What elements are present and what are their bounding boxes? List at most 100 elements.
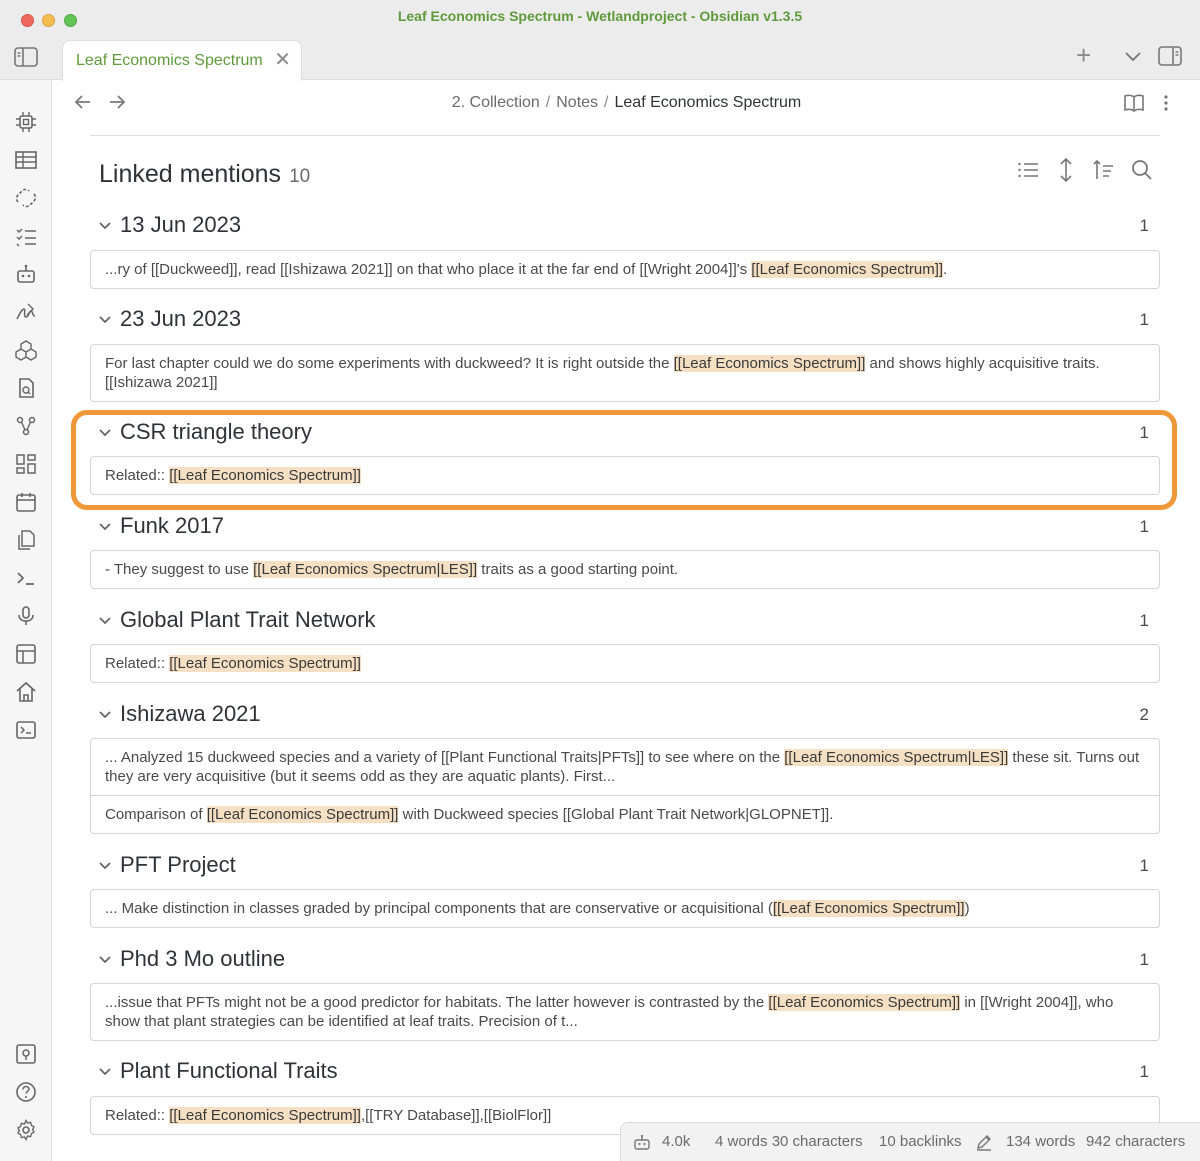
expand-vertical-icon[interactable] (1054, 158, 1078, 182)
file-search-icon[interactable] (15, 377, 37, 399)
mention-group-title[interactable]: Funk 2017 (120, 513, 224, 539)
mention-snippet[interactable]: For last chapter could we do some experi… (90, 344, 1160, 402)
console-icon[interactable] (15, 719, 37, 741)
mention-group-title[interactable]: Phd 3 Mo outline (120, 946, 285, 972)
snippet-line[interactable]: ...issue that PFTs might not be a good p… (91, 984, 1159, 1040)
breadcrumb-notes[interactable]: Notes (556, 94, 598, 111)
robot-icon[interactable] (633, 1133, 651, 1151)
sidebar-left-icon[interactable] (14, 47, 38, 67)
mention-group-title[interactable]: Ishizawa 2021 (120, 701, 261, 727)
mention-group-header[interactable]: 23 Jun 2023 1 (96, 306, 1160, 336)
chevron-down-icon[interactable] (98, 1067, 112, 1077)
mention-snippet[interactable]: ...ry of [[Duckweed]], read [[Ishizawa 2… (90, 250, 1160, 289)
mention-snippet[interactable]: Related:: [[Leaf Economics Spectrum]] (90, 644, 1160, 683)
robot-icon[interactable] (15, 263, 37, 285)
mention-group-title[interactable]: 13 Jun 2023 (120, 212, 241, 238)
more-options-icon[interactable] (1159, 92, 1173, 114)
chevron-down-icon[interactable] (98, 315, 112, 325)
backlink-highlight[interactable]: [[Leaf Economics Spectrum|LES]] (253, 561, 478, 578)
mention-group-count: 1 (1139, 856, 1149, 875)
chip-icon[interactable] (15, 111, 37, 133)
pencil-icon[interactable] (975, 1133, 993, 1151)
dashed-link-icon[interactable] (15, 187, 37, 209)
status-backlinks[interactable]: 10 backlinks (879, 1133, 962, 1150)
snippet-line[interactable]: Comparison of [[Leaf Economics Spectrum]… (91, 795, 1159, 833)
microphone-icon[interactable] (15, 605, 37, 627)
snippet-line[interactable]: For last chapter could we do some experi… (91, 345, 1159, 401)
chevron-down-icon[interactable] (98, 710, 112, 720)
reading-view-icon[interactable] (1123, 92, 1145, 114)
mention-snippet[interactable]: ...issue that PFTs might not be a good p… (90, 983, 1160, 1041)
snippet-line[interactable]: ... Analyzed 15 duckweed species and a v… (91, 739, 1159, 795)
mention-group-header[interactable]: Phd 3 Mo outline 1 (96, 946, 1160, 976)
mention-snippet[interactable]: ... Analyzed 15 duckweed species and a v… (90, 738, 1160, 834)
mention-group-title[interactable]: Global Plant Trait Network (120, 607, 376, 633)
chevron-down-icon[interactable] (98, 616, 112, 626)
mention-snippet[interactable]: ... Make distinction in classes graded b… (90, 889, 1160, 928)
snippet-line[interactable]: ...ry of [[Duckweed]], read [[Ishizawa 2… (91, 251, 1159, 288)
calendar-icon[interactable] (15, 491, 37, 513)
breadcrumb-collection[interactable]: 2. Collection (452, 94, 540, 111)
tab-leaf-economics-spectrum[interactable]: Leaf Economics Spectrum ✕ (62, 40, 302, 81)
snippet-text: Related:: (105, 655, 170, 672)
layout-icon[interactable] (15, 643, 37, 665)
copy-icon[interactable] (15, 529, 37, 551)
vault-icon[interactable] (15, 1043, 37, 1065)
backlink-highlight[interactable]: [[Leaf Economics Spectrum]] (772, 900, 965, 917)
backlink-highlight[interactable]: [[Leaf Economics Spectrum]] (169, 467, 361, 484)
backlink-highlight[interactable]: [[Leaf Economics Spectrum|LES]] (784, 749, 1009, 766)
chevron-down-icon[interactable] (98, 428, 112, 438)
graph-icon[interactable] (15, 415, 37, 437)
mention-snippet[interactable]: Related:: [[Leaf Economics Spectrum]] (90, 456, 1160, 495)
mention-group-header[interactable]: PFT Project 1 (96, 852, 1160, 882)
chevron-down-icon[interactable] (98, 955, 112, 965)
breadcrumb-current[interactable]: Leaf Economics Spectrum (615, 94, 802, 111)
backlink-highlight[interactable]: [[Leaf Economics Spectrum]] (169, 655, 361, 672)
mention-group-title[interactable]: CSR triangle theory (120, 419, 312, 445)
backlink-highlight[interactable]: [[Leaf Economics Spectrum]] (768, 994, 961, 1011)
breadcrumb-separator: / (545, 94, 551, 111)
chevron-down-icon[interactable] (98, 861, 112, 871)
sidebar-right-icon[interactable] (1158, 46, 1182, 66)
chevron-down-icon[interactable] (98, 221, 112, 231)
mention-group-title[interactable]: PFT Project (120, 852, 236, 878)
list-icon[interactable] (1016, 158, 1040, 182)
mention-group-header[interactable]: Global Plant Trait Network 1 (96, 607, 1160, 637)
backlink-highlight[interactable]: [[Leaf Economics Spectrum]] (751, 261, 944, 278)
snippet-line[interactable]: ... Make distinction in classes graded b… (91, 890, 1159, 927)
mention-group-title[interactable]: Plant Functional Traits (120, 1058, 338, 1084)
search-icon[interactable] (1130, 158, 1154, 182)
snippet-line[interactable]: Related:: [[Leaf Economics Spectrum]] (91, 457, 1159, 494)
mention-group-title[interactable]: 23 Jun 2023 (120, 306, 241, 332)
mention-group-header[interactable]: 13 Jun 2023 1 (96, 212, 1160, 242)
signature-icon[interactable] (15, 301, 37, 323)
close-tab-icon[interactable]: ✕ (274, 50, 291, 70)
view-header: 2. Collection / Notes / Leaf Economics Spect… (53, 80, 1200, 126)
chevron-down-icon[interactable] (1122, 46, 1144, 66)
home-icon[interactable] (15, 681, 37, 703)
terminal-prompt-icon[interactable] (15, 567, 37, 589)
snippet-line[interactable]: Related:: [[Leaf Economics Spectrum]] (91, 645, 1159, 682)
backlink-highlight[interactable]: [[Leaf Economics Spectrum]] (673, 355, 866, 372)
mention-snippet[interactable]: - They suggest to use [[Leaf Economics S… (90, 550, 1160, 589)
mention-group-header[interactable]: CSR triangle theory 1 (96, 419, 1160, 449)
status-selection-count: 4 words 30 characters (715, 1133, 863, 1150)
snippet-line[interactable]: - They suggest to use [[Leaf Economics S… (91, 551, 1159, 588)
blocks-icon[interactable] (15, 339, 37, 361)
settings-gear-icon[interactable] (15, 1119, 37, 1141)
backlink-highlight[interactable]: [[Leaf Economics Spectrum]] (206, 806, 399, 823)
backlink-highlight[interactable]: [[Leaf Economics Spectrum]] (169, 1107, 361, 1124)
sort-icon[interactable] (1092, 158, 1116, 182)
mention-group-header[interactable]: Plant Functional Traits 1 (96, 1058, 1160, 1088)
linked-mentions-count: 10 (289, 166, 311, 187)
snippet-text: ... Analyzed 15 duckweed species and a v… (105, 749, 785, 766)
help-icon[interactable] (15, 1081, 37, 1103)
chevron-down-icon[interactable] (98, 522, 112, 532)
new-tab-icon[interactable]: + (1076, 42, 1091, 68)
mention-group-header[interactable]: Funk 2017 1 (96, 513, 1160, 543)
table-icon[interactable] (15, 149, 37, 171)
checklist-icon[interactable] (15, 225, 37, 247)
mention-group-header[interactable]: Ishizawa 2021 2 (96, 701, 1160, 731)
mention-group-count: 1 (1139, 1062, 1149, 1081)
dashboard-icon[interactable] (15, 453, 37, 475)
